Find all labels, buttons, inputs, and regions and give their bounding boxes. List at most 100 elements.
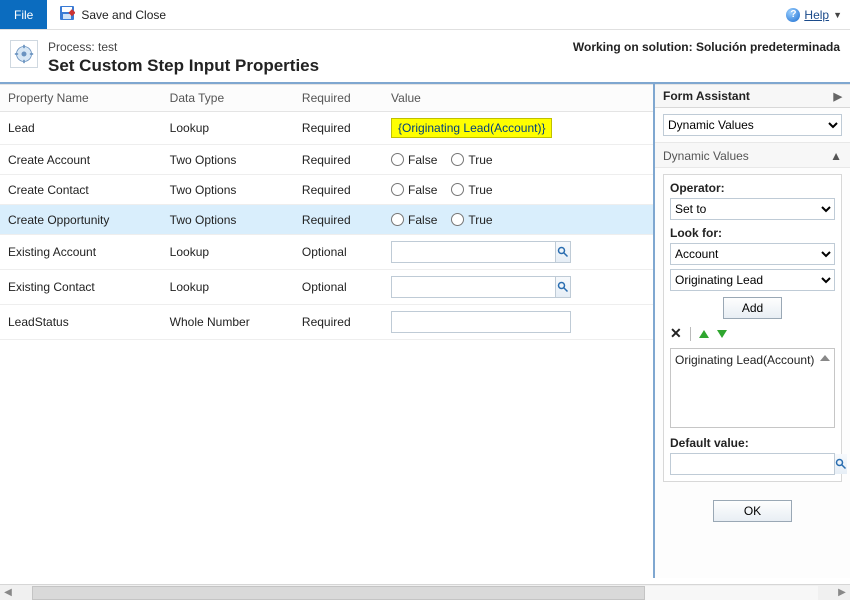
radio-option-false[interactable]: False [391,183,437,197]
radio-label: True [468,153,492,167]
operator-select[interactable]: Set to [670,198,835,220]
scroll-track[interactable] [32,586,818,600]
file-tab[interactable]: File [0,0,47,29]
cell-data-type: Two Options [162,175,294,205]
scroll-thumb[interactable] [32,586,645,600]
radio-option-false[interactable]: False [391,213,437,227]
default-value-lookup-button[interactable] [834,454,847,474]
radio-label: False [408,183,437,197]
cell-required: Required [294,145,383,175]
form-assistant-title: Form Assistant [663,89,750,103]
cell-value [383,305,653,340]
col-data-type[interactable]: Data Type [162,85,294,112]
chevron-up-icon: ▲ [830,149,842,163]
process-breadcrumb: Process: test [48,40,319,54]
ok-button[interactable]: OK [713,500,792,522]
cell-property-name: Create Contact [0,175,162,205]
operator-label: Operator: [670,181,835,195]
chevron-right-icon: ▶ [834,90,842,103]
help-button[interactable]: ? Help ▼ [786,8,842,22]
radio-option-true[interactable]: True [451,213,492,227]
radio-input[interactable] [391,213,404,226]
default-value-label: Default value: [670,436,835,450]
help-icon: ? [786,8,800,22]
horizontal-scrollbar[interactable]: ◀ ▶ [0,584,850,600]
table-row[interactable]: Existing ContactLookupOptional [0,270,653,305]
separator [690,327,691,341]
ribbon: File Save and Close ? Help ▼ [0,0,850,30]
table-row[interactable]: Create ContactTwo OptionsRequiredFalseTr… [0,175,653,205]
cell-property-name: Existing Account [0,235,162,270]
cell-value: {Originating Lead(Account)} [383,112,653,145]
main-area: Property Name Data Type Required Value L… [0,84,850,578]
search-icon [557,246,569,258]
scroll-left-button[interactable]: ◀ [0,587,16,598]
text-input[interactable] [391,311,571,333]
solution-context: Working on solution: Solución predetermi… [573,40,840,54]
form-assistant-header[interactable]: Form Assistant ▶ [655,84,850,108]
radio-option-false[interactable]: False [391,153,437,167]
move-up-button[interactable] [699,330,709,338]
lookup-field[interactable] [391,241,571,263]
two-options-group: False True [391,153,645,167]
col-required[interactable]: Required [294,85,383,112]
cell-property-name: Create Account [0,145,162,175]
cell-required: Required [294,112,383,145]
default-value-field[interactable] [670,453,835,475]
radio-input[interactable] [451,213,464,226]
radio-option-true[interactable]: True [451,183,492,197]
radio-input[interactable] [451,153,464,166]
lookfor-entity-select[interactable]: Account [670,243,835,265]
cell-data-type: Lookup [162,235,294,270]
cell-required: Required [294,205,383,235]
cell-data-type: Lookup [162,112,294,145]
save-and-close-button[interactable]: Save and Close [59,0,166,29]
token-list[interactable]: Originating Lead(Account) [670,348,835,428]
lookup-button[interactable] [555,242,570,262]
table-row[interactable]: Existing AccountLookupOptional [0,235,653,270]
search-icon [557,281,569,293]
radio-input[interactable] [451,183,464,196]
chevron-down-icon: ▼ [833,10,842,20]
lookup-field[interactable] [391,276,571,298]
dynamic-value-chip[interactable]: {Originating Lead(Account)} [391,118,552,138]
cell-value: False True [383,175,653,205]
radio-label: False [408,213,437,227]
lookup-input[interactable] [392,242,555,262]
cell-required: Optional [294,270,383,305]
radio-option-true[interactable]: True [451,153,492,167]
dynamic-values-panel: Operator: Set to Look for: Account Origi… [663,174,842,482]
save-icon [59,5,75,24]
cell-value: False True [383,145,653,175]
radio-input[interactable] [391,183,404,196]
cell-value [383,235,653,270]
help-label: Help [804,8,829,22]
table-row[interactable]: Create OpportunityTwo OptionsRequiredFal… [0,205,653,235]
cell-data-type: Lookup [162,270,294,305]
cell-property-name: Existing Contact [0,270,162,305]
lookfor-attribute-select[interactable]: Originating Lead [670,269,835,291]
cell-value: False True [383,205,653,235]
form-assistant-panel: Form Assistant ▶ Dynamic Values Dynamic … [655,84,850,578]
assistant-mode-select[interactable]: Dynamic Values [663,114,842,136]
cell-data-type: Whole Number [162,305,294,340]
radio-input[interactable] [391,153,404,166]
col-property-name[interactable]: Property Name [0,85,162,112]
col-value[interactable]: Value [383,85,653,112]
cell-required: Required [294,305,383,340]
radio-label: True [468,183,492,197]
default-value-input[interactable] [671,454,834,474]
dynamic-values-section-header[interactable]: Dynamic Values ▲ [655,142,850,168]
two-options-group: False True [391,213,645,227]
token-item[interactable]: Originating Lead(Account) [675,353,830,367]
lookup-input[interactable] [392,277,555,297]
table-row[interactable]: Create AccountTwo OptionsRequiredFalseTr… [0,145,653,175]
add-button[interactable]: Add [723,297,782,319]
remove-token-button[interactable]: ✕ [670,325,682,342]
lookup-button[interactable] [555,277,570,297]
cell-property-name: Create Opportunity [0,205,162,235]
scroll-right-button[interactable]: ▶ [834,587,850,598]
table-row[interactable]: LeadStatusWhole NumberRequired [0,305,653,340]
move-down-button[interactable] [717,330,727,338]
table-row[interactable]: LeadLookupRequired{Originating Lead(Acco… [0,112,653,145]
